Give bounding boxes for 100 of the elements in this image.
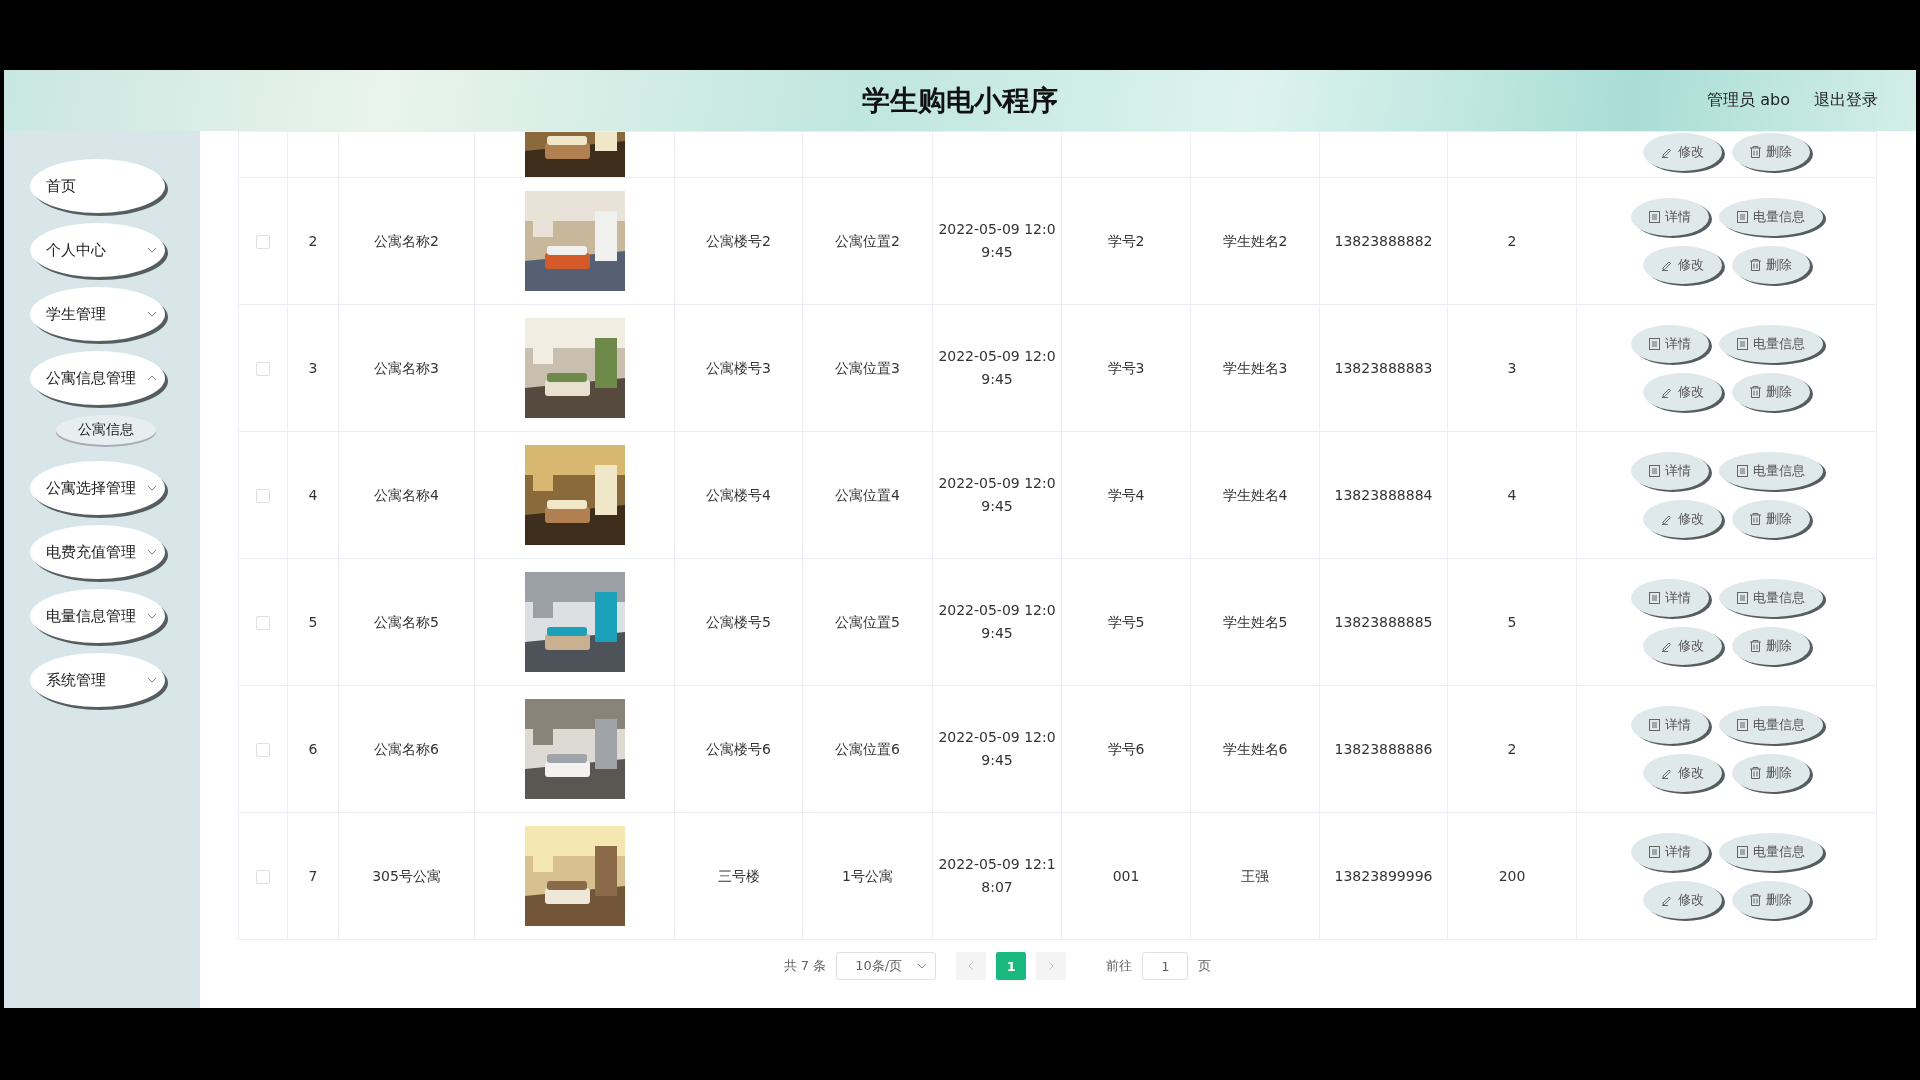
- document-icon: [1648, 211, 1660, 223]
- pencil-icon: [1661, 894, 1673, 906]
- table-cell-text: 公寓名称3: [374, 358, 439, 378]
- prev-page-button[interactable]: [956, 952, 987, 980]
- chevron-icon: [147, 247, 157, 253]
- trash-icon: [1750, 640, 1761, 652]
- edit-button[interactable]: 修改: [1643, 246, 1722, 284]
- menu-item[interactable]: 系统管理: [30, 653, 165, 707]
- detail-button[interactable]: 详情: [1630, 833, 1709, 871]
- table-cell-text: 2022-05-09 12:09:45: [938, 347, 1056, 389]
- row-checkbox[interactable]: [256, 870, 270, 884]
- delete-button[interactable]: 删除: [1732, 627, 1810, 665]
- pencil-icon: [1661, 259, 1673, 271]
- table-cell-text: 公寓楼号5: [706, 612, 771, 632]
- page-input[interactable]: 1: [1142, 952, 1189, 980]
- row-checkbox[interactable]: [256, 362, 270, 376]
- table-cell-text: 学号3: [1107, 358, 1145, 378]
- table-cell-text: 2022-05-09 12:09:45: [938, 220, 1056, 262]
- table-cell-text: 学生姓名6: [1222, 739, 1288, 759]
- delete-button[interactable]: 删除: [1732, 246, 1810, 284]
- table-cell-text: 1号公寓: [842, 866, 893, 886]
- page-size-select[interactable]: 10条/页: [836, 952, 937, 980]
- power-info-button[interactable]: 电量信息: [1718, 325, 1823, 363]
- edit-button[interactable]: 修改: [1643, 500, 1722, 538]
- document-icon: [1648, 719, 1660, 731]
- menu-item[interactable]: 电费充值管理: [30, 525, 165, 579]
- table-cell-text: 公寓名称6: [374, 739, 439, 759]
- document-icon: [1736, 465, 1748, 477]
- table-cell-text: 001: [1112, 866, 1140, 886]
- menu-item[interactable]: 首页: [30, 159, 165, 213]
- edit-button[interactable]: 修改: [1643, 881, 1722, 919]
- pencil-icon: [1661, 767, 1673, 779]
- power-info-button[interactable]: 电量信息: [1718, 579, 1823, 617]
- delete-button[interactable]: 删除: [1732, 373, 1810, 411]
- table-cell-text: 公寓位置5: [835, 612, 900, 632]
- delete-button[interactable]: 删除: [1732, 133, 1810, 171]
- next-page-button[interactable]: [1036, 952, 1067, 980]
- document-icon: [1648, 592, 1660, 604]
- detail-button[interactable]: 详情: [1630, 452, 1709, 490]
- detail-button[interactable]: 详情: [1630, 198, 1709, 236]
- trash-icon: [1750, 386, 1761, 398]
- chevron-left-icon: [968, 961, 975, 971]
- table-cell-text: 学生姓名2: [1222, 231, 1288, 251]
- menu-item[interactable]: 个人中心: [30, 223, 165, 277]
- pencil-icon: [1661, 640, 1673, 652]
- row-checkbox[interactable]: [256, 235, 270, 249]
- document-icon: [1736, 338, 1748, 350]
- document-icon: [1736, 846, 1748, 858]
- delete-button[interactable]: 删除: [1732, 754, 1810, 792]
- chevron-icon: [147, 677, 157, 683]
- table-cell-text: 3: [308, 358, 318, 378]
- table-cell-text: 13823888884: [1334, 485, 1433, 505]
- menu-item[interactable]: 公寓信息管理: [30, 351, 165, 405]
- power-info-button[interactable]: 电量信息: [1718, 452, 1823, 490]
- edit-button[interactable]: 修改: [1643, 754, 1722, 792]
- power-info-button[interactable]: 电量信息: [1718, 706, 1823, 744]
- detail-button[interactable]: 详情: [1630, 325, 1709, 363]
- chevron-icon: [147, 485, 157, 491]
- table-cell-text: 305号公寓: [372, 866, 441, 886]
- table-cell-text: 学号5: [1107, 612, 1145, 632]
- detail-button[interactable]: 详情: [1630, 706, 1709, 744]
- edit-button[interactable]: 修改: [1643, 373, 1722, 411]
- submenu-item[interactable]: 公寓信息: [56, 415, 156, 445]
- row-checkbox[interactable]: [256, 743, 270, 757]
- pencil-icon: [1661, 146, 1673, 158]
- chevron-icon: [147, 311, 157, 317]
- menu-item[interactable]: 电量信息管理: [30, 589, 165, 643]
- table-cell-text: 王强: [1241, 866, 1269, 886]
- table-cell-text: 公寓位置4: [835, 485, 900, 505]
- table-cell-text: 13823888885: [1334, 612, 1433, 632]
- pencil-icon: [1661, 386, 1673, 398]
- chevron-icon: [147, 549, 157, 555]
- document-icon: [1648, 846, 1660, 858]
- table-cell-text: 2022-05-09 12:09:45: [938, 601, 1056, 643]
- table-cell-text: 2022-05-09 12:09:45: [938, 728, 1056, 770]
- page-suffix: 页: [1198, 957, 1212, 975]
- table-cell-text: 公寓位置2: [835, 231, 900, 251]
- power-info-button[interactable]: 电量信息: [1718, 198, 1823, 236]
- row-checkbox[interactable]: [256, 616, 270, 630]
- table-cell-text: 6: [308, 739, 318, 759]
- row-checkbox[interactable]: [256, 489, 270, 503]
- table-cell-text: 13823888886: [1334, 739, 1433, 759]
- menu-item[interactable]: 学生管理: [30, 287, 165, 341]
- table-cell-text: 公寓楼号3: [706, 358, 771, 378]
- table-cell-text: 学生姓名4: [1222, 485, 1288, 505]
- power-info-button[interactable]: 电量信息: [1718, 833, 1823, 871]
- document-icon: [1648, 465, 1660, 477]
- trash-icon: [1750, 894, 1761, 906]
- edit-button[interactable]: 修改: [1643, 627, 1722, 665]
- table-cell-text: 7: [308, 866, 318, 886]
- table-cell-text: 学生姓名3: [1222, 358, 1288, 378]
- table-cell-text: 学号6: [1107, 739, 1145, 759]
- table-cell-text: 公寓名称2: [374, 231, 439, 251]
- menu-item[interactable]: 公寓选择管理: [30, 461, 165, 515]
- delete-button[interactable]: 删除: [1732, 500, 1810, 538]
- logout-link[interactable]: 退出登录: [1814, 90, 1878, 111]
- detail-button[interactable]: 详情: [1630, 579, 1709, 617]
- table-cell-text: 公寓位置6: [835, 739, 900, 759]
- delete-button[interactable]: 删除: [1732, 881, 1810, 919]
- edit-button[interactable]: 修改: [1643, 133, 1722, 171]
